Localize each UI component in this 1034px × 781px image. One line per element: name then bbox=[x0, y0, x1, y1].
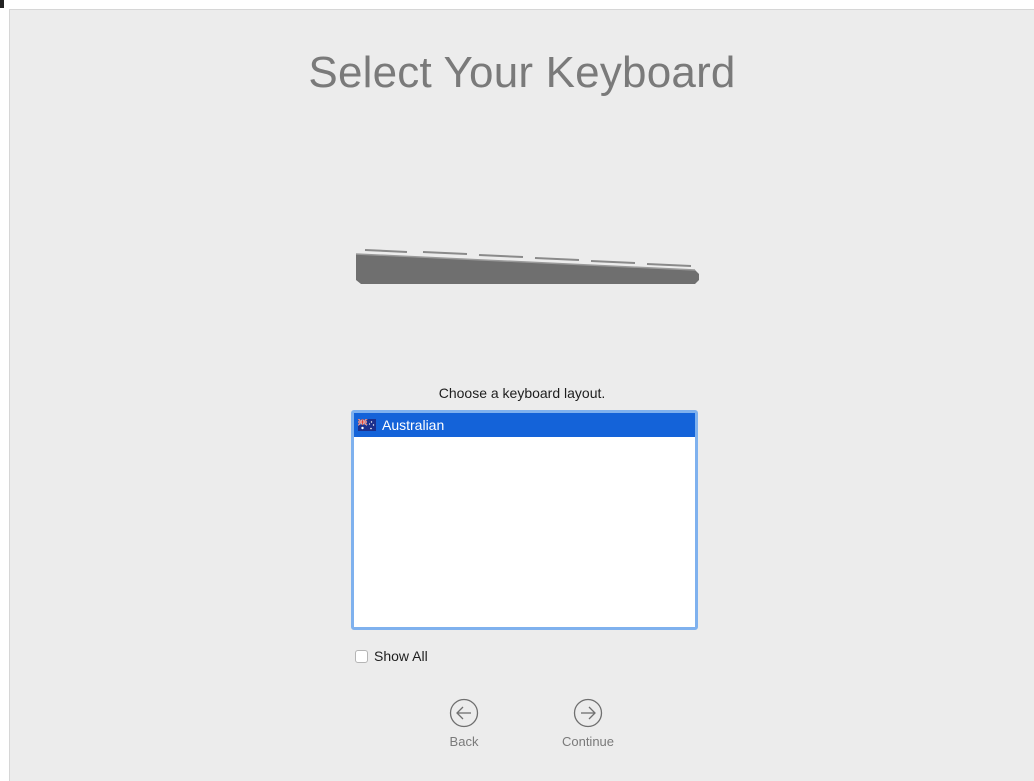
list-item-label: Australian bbox=[382, 417, 445, 433]
back-button[interactable]: Back bbox=[424, 698, 504, 749]
setup-window: Select Your Keyboard Choose a keyboard l… bbox=[9, 9, 1034, 781]
back-label: Back bbox=[449, 734, 479, 749]
arrow-left-icon bbox=[449, 698, 479, 728]
layout-prompt: Choose a keyboard layout. bbox=[438, 385, 606, 401]
show-all-label: Show All bbox=[374, 648, 428, 664]
window-corner-mark bbox=[0, 0, 4, 8]
show-all-checkbox[interactable] bbox=[355, 649, 368, 663]
continue-button[interactable]: Continue bbox=[548, 698, 628, 749]
arrow-right-icon bbox=[573, 698, 603, 728]
show-all-option[interactable]: Show All bbox=[355, 648, 428, 664]
keyboard-layout-list[interactable]: Australian bbox=[351, 410, 698, 630]
continue-label: Continue bbox=[561, 734, 615, 749]
keyboard-illustration bbox=[355, 249, 699, 284]
list-item-australian[interactable]: Australian bbox=[354, 413, 695, 437]
australia-flag-icon bbox=[358, 419, 376, 431]
page-title: Select Your Keyboard bbox=[308, 48, 736, 97]
